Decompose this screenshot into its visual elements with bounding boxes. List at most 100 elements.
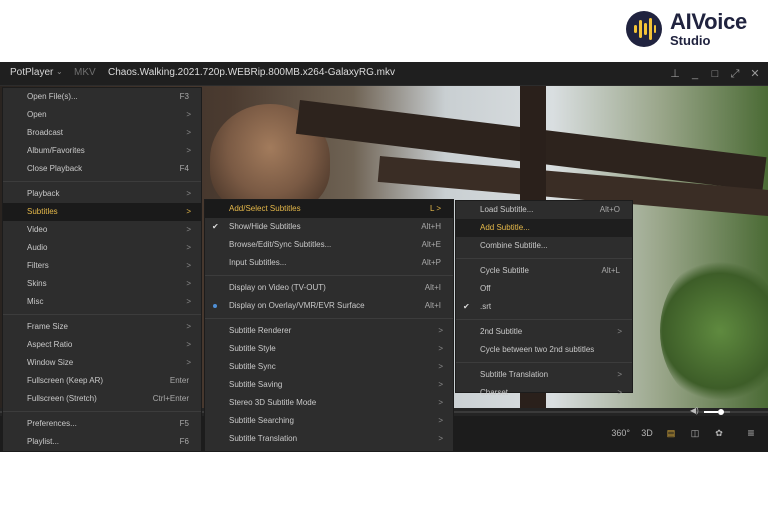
main-context-menu: Open File(s)... F3 Open > Broadcast > Album/Fa… [2, 87, 202, 452]
settings-icon[interactable]: ✿ [712, 424, 726, 442]
menu-icon[interactable]: ≡ [744, 424, 758, 442]
pin-icon[interactable]: ⊥ [670, 65, 680, 83]
menu-item-shortcut: Enter [169, 376, 189, 385]
capture-icon[interactable]: ◫ [688, 424, 702, 442]
volume-control[interactable]: ◀) [690, 406, 740, 416]
submenu-arrow-icon: > [438, 398, 443, 407]
menu-item-close-playback[interactable]: Close Playback F4 [3, 160, 201, 178]
submenu-arrow-icon: > [186, 146, 191, 155]
title-bar: PotPlayer ⌄ MKV Chaos.Walking.2021.720p.… [0, 62, 768, 86]
close-icon[interactable]: ✕ [750, 65, 760, 83]
submenu-arrow-icon: > [438, 344, 443, 353]
maximize-icon[interactable]: □ [710, 65, 720, 83]
menu-item-subtitle-translation[interactable]: Subtitle Translation > [456, 366, 632, 384]
menu-item-charset[interactable]: Charset > [456, 384, 632, 402]
menu-item-display-on-overlay-vmr-evr-surface[interactable]: Display on Overlay/VMR/EVR Surface Alt+I [205, 297, 453, 315]
volume-knob[interactable] [718, 409, 724, 415]
brand-name: AIVoice [670, 9, 747, 34]
menu-item-fullscreen-stretch[interactable]: Fullscreen (Stretch) Ctrl+Enter [3, 390, 201, 408]
menu-item-shortcut: Alt+O [599, 205, 620, 214]
subtitle-search-icon[interactable]: ▤ [664, 424, 678, 442]
menu-item-frame-size[interactable]: Frame Size > [3, 318, 201, 336]
menu-item-off[interactable]: Off [456, 280, 632, 298]
menu-item-browse-edit-sync-subtitles[interactable]: Browse/Edit/Sync Subtitles... Alt+E [205, 236, 453, 254]
menu-item-broadcast[interactable]: Broadcast > [3, 124, 201, 142]
menu-item-cycle-between-two-2nd-subtitles[interactable]: Cycle between two 2nd subtitles [456, 341, 632, 359]
menu-item-stereo-3d-subtitle-mode[interactable]: Stereo 3D Subtitle Mode > [205, 394, 453, 412]
menu-item-fullscreen-keep-ar[interactable]: Fullscreen (Keep AR) Enter [3, 372, 201, 390]
menu-item-open-file-s[interactable]: Open File(s)... F3 [3, 88, 201, 106]
menu-item-shortcut: Alt+E [421, 240, 441, 249]
video-foliage [660, 256, 768, 406]
menu-item-label: Open File(s)... [27, 92, 78, 101]
submenu-arrow-icon: > [438, 362, 443, 371]
360-icon[interactable]: 360° [611, 424, 630, 442]
menu-item-cycle-subtitle[interactable]: Cycle Subtitle Alt+L [456, 262, 632, 280]
menu-item-subtitle-renderer[interactable]: Subtitle Renderer > [205, 322, 453, 340]
submenu-arrow-icon: > [186, 297, 191, 306]
menu-item-label: Broadcast [27, 128, 64, 137]
menu-item-video[interactable]: Video > [3, 221, 201, 239]
chevron-down-icon[interactable]: ⌄ [56, 67, 63, 76]
window-controls: ⊥ _ □ ⤢ ✕ [670, 65, 760, 83]
menu-item-label: Browse/Edit/Sync Subtitles... [229, 240, 332, 249]
control-icons: 360° 3D ▤ ◫ ✿ ≡ [611, 424, 758, 442]
menu-item-album-favorites[interactable]: Album/Favorites > [3, 142, 201, 160]
menu-item-open[interactable]: Open > [3, 106, 201, 124]
menu-item-subtitle-searching[interactable]: Subtitle Searching > [205, 412, 453, 430]
submenu-arrow-icon: > [186, 225, 191, 234]
menu-item-preferences[interactable]: Preferences... F5 [3, 415, 201, 433]
menu-item-shortcut: F6 [179, 437, 189, 446]
menu-item-playback[interactable]: Playback > [3, 185, 201, 203]
menu-item-combine-subtitle[interactable]: Combine Subtitle... [456, 237, 632, 255]
menu-item-label: Subtitle Renderer [229, 326, 292, 335]
menu-item-subtitle-saving[interactable]: Subtitle Saving > [205, 376, 453, 394]
menu-item-add-select-subtitles[interactable]: Add/Select Subtitles L > [205, 200, 453, 218]
file-title: Chaos.Walking.2021.720p.WEBRip.800MB.x26… [108, 67, 395, 78]
menu-item-subtitle-sync[interactable]: Subtitle Sync > [205, 358, 453, 376]
menu-item-label: Display on Video (TV-OUT) [229, 283, 326, 292]
submenu-arrow-icon: > [186, 340, 191, 349]
menu-item-show-hide-subtitles[interactable]: ✔ Show/Hide Subtitles Alt+H [205, 218, 453, 236]
minimize-icon[interactable]: _ [690, 65, 700, 83]
menu-item-subtitles[interactable]: Subtitles > [3, 203, 201, 221]
menu-item-subtitle-translation[interactable]: Subtitle Translation > [205, 430, 453, 448]
3d-icon[interactable]: 3D [640, 424, 654, 442]
menu-item-input-subtitles[interactable]: Input Subtitles... Alt+P [205, 254, 453, 272]
menu-item-label: Subtitle Style [229, 344, 276, 353]
menu-item-label: Filters [27, 261, 49, 270]
speaker-icon[interactable]: ◀) [690, 406, 699, 415]
menu-item-label: Cycle between two 2nd subtitles [480, 345, 595, 354]
menu-item-subtitle-style[interactable]: Subtitle Style > [205, 340, 453, 358]
format-label: MKV [74, 67, 96, 78]
menu-item-label: Combine Subtitle... [480, 241, 548, 250]
app-menu-button[interactable]: PotPlayer [10, 67, 53, 78]
menu-item-filters[interactable]: Filters > [3, 257, 201, 275]
menu-item-skins[interactable]: Skins > [3, 275, 201, 293]
menu-item-label: Cycle Subtitle [480, 266, 529, 275]
menu-item-window-size[interactable]: Window Size > [3, 354, 201, 372]
menu-item-shortcut: F7 [180, 451, 189, 452]
menu-item-shortcut: F5 [179, 419, 189, 428]
menu-item-playlist[interactable]: Playlist... F6 [3, 433, 201, 451]
fullscreen-icon[interactable]: ⤢ [730, 65, 740, 83]
menu-item-audio[interactable]: Audio > [3, 239, 201, 257]
menu-item-label: Show/Hide Subtitles [229, 222, 301, 231]
menu-item-label: Open [27, 110, 47, 119]
menu-item-misc[interactable]: Misc > [3, 293, 201, 311]
menu-item-shortcut: Alt+L [601, 266, 620, 275]
menu-item-2nd-subtitle[interactable]: 2nd Subtitle > [456, 323, 632, 341]
subtitles-submenu: Add/Select Subtitles L > ✔ Show/Hide Subtit… [204, 199, 454, 452]
menu-item-add-subtitle[interactable]: Add Subtitle... [456, 219, 632, 237]
menu-item-display-on-video-tv-out[interactable]: Display on Video (TV-OUT) Alt+I [205, 279, 453, 297]
menu-item-load-subtitle[interactable]: Load Subtitle... Alt+O [456, 201, 632, 219]
menu-item-label: Subtitles [27, 207, 58, 216]
menu-item-srt[interactable]: ✔ .srt [456, 298, 632, 316]
menu-item-shortcut: F4 [179, 164, 189, 173]
menu-item-shortcut: L > [429, 204, 441, 213]
menu-item-control-panel[interactable]: Control Panel...F7 [3, 451, 201, 452]
menu-item-label: Load Subtitle... [480, 205, 534, 214]
menu-item-aspect-ratio[interactable]: Aspect Ratio > [3, 336, 201, 354]
brand-logo-block: AIVoice Studio [626, 10, 758, 50]
menu-item-shortcut: Alt+P [421, 258, 441, 267]
